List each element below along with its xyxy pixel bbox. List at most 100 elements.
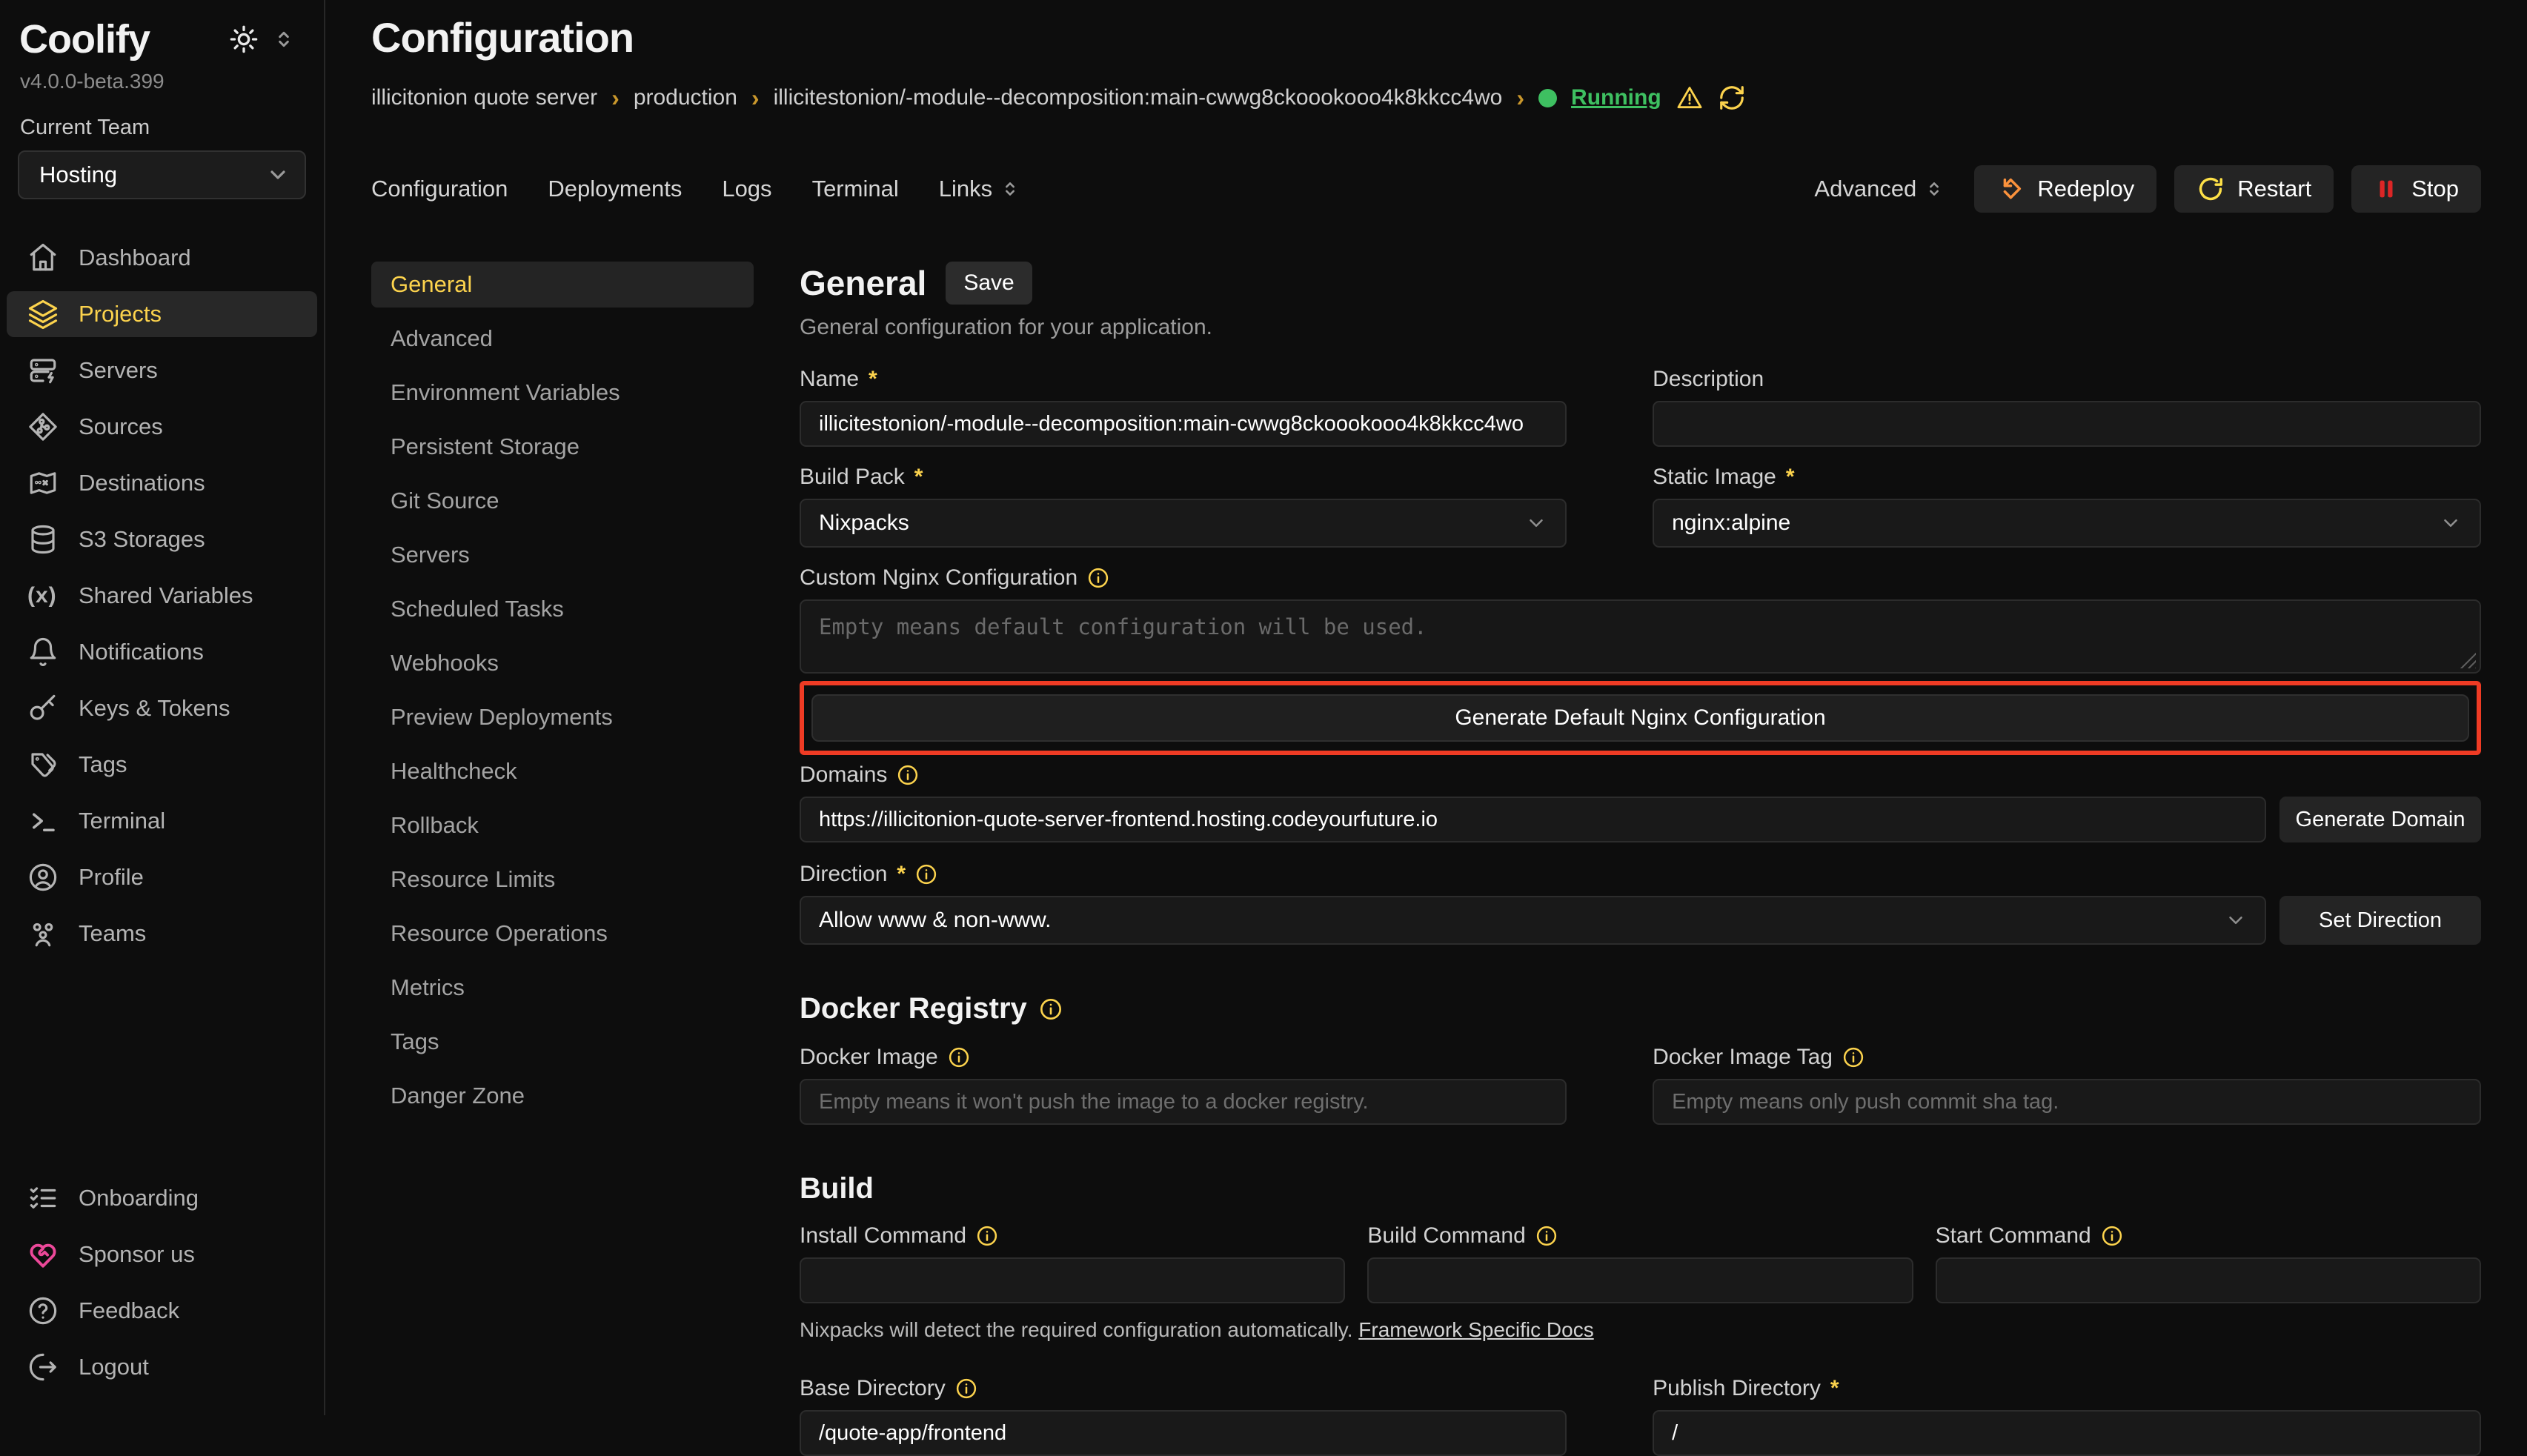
subnav-item-persistent-storage[interactable]: Persistent Storage [371,424,754,470]
sidebar-item-notifications[interactable]: Notifications [7,629,317,675]
info-icon[interactable] [1535,1225,1558,1247]
info-icon[interactable] [1087,567,1109,589]
sidebar-item-sponsor-us[interactable]: Sponsor us [7,1231,317,1277]
sidebar-item-sources[interactable]: Sources [7,404,317,450]
variables-icon: (x) [27,583,59,608]
docker-image-input[interactable] [800,1079,1567,1125]
build-pack-select[interactable]: Nixpacks [800,499,1567,548]
subnav-item-environment-variables[interactable]: Environment Variables [371,370,754,416]
subnav-item-webhooks[interactable]: Webhooks [371,640,754,686]
info-icon[interactable] [915,863,937,885]
publish-directory-input[interactable] [1653,1410,2481,1456]
chevron-down-icon [266,163,290,187]
base-directory-input[interactable] [800,1410,1567,1456]
stop-button[interactable]: Stop [2351,165,2481,213]
tab-terminal[interactable]: Terminal [812,176,899,202]
subnav-item-preview-deployments[interactable]: Preview Deployments [371,694,754,740]
install-command-input[interactable] [800,1257,1345,1303]
subnav-item-git-source[interactable]: Git Source [371,478,754,524]
generate-default-nginx-button[interactable]: Generate Default Nginx Configuration [811,694,2469,742]
sidebar-item-dashboard[interactable]: Dashboard [7,235,317,281]
sidebar-item-projects[interactable]: Projects [7,291,317,337]
sidebar-item-s3-storages[interactable]: S3 Storages [7,516,317,562]
advanced-dropdown[interactable]: Advanced [1814,176,1945,202]
docker-image-label: Docker Image [800,1045,1567,1070]
info-icon[interactable] [955,1377,977,1400]
tab-configuration[interactable]: Configuration [371,176,508,202]
restart-button[interactable]: Restart [2174,165,2334,213]
info-icon[interactable] [1842,1046,1864,1068]
info-icon[interactable] [1039,997,1063,1021]
git-source-icon [27,411,59,442]
domains-input[interactable] [800,797,2266,842]
main-content: Configuration illicitonion quote server … [325,0,2527,1415]
description-input[interactable] [1653,401,2481,447]
custom-nginx-label: Custom Nginx Configuration [800,565,2481,591]
help-circle-icon [27,1295,59,1326]
breadcrumb-separator: › [1516,84,1524,112]
subnav-item-rollback[interactable]: Rollback [371,802,754,848]
sidebar-nav: Dashboard Projects Servers Sources Desti… [0,235,324,957]
subnav-item-servers[interactable]: Servers [371,532,754,578]
logout-icon [27,1352,59,1383]
sidebar-item-tags[interactable]: Tags [7,742,317,788]
map-icon [27,468,59,499]
breadcrumb-project[interactable]: illicitonion quote server [371,85,597,110]
breadcrumb-separator: › [611,84,620,112]
sidebar-item-servers[interactable]: Servers [7,348,317,393]
subnav-item-advanced[interactable]: Advanced [371,316,754,362]
generate-domain-button[interactable]: Generate Domain [2279,797,2481,842]
theme-select-chevrons-icon[interactable] [272,27,296,51]
breadcrumb-environment[interactable]: production [634,85,737,110]
tab-logs[interactable]: Logs [722,176,771,202]
docker-image-tag-input[interactable] [1653,1079,2481,1125]
framework-docs-link[interactable]: Framework Specific Docs [1358,1318,1593,1341]
name-label: Name* [800,367,1567,392]
sidebar-item-feedback[interactable]: Feedback [7,1288,317,1334]
static-image-select[interactable]: nginx:alpine [1653,499,2481,548]
sidebar-item-onboarding[interactable]: Onboarding [7,1175,317,1221]
sidebar-item-terminal[interactable]: Terminal [7,798,317,844]
warning-triangle-icon [1676,84,1704,112]
status-badge[interactable]: Running [1571,85,1661,110]
custom-nginx-textarea[interactable] [800,599,2481,674]
start-command-input[interactable] [1936,1257,2481,1303]
info-icon[interactable] [976,1225,998,1247]
breadcrumb-application[interactable]: illicitestonion/-module--decomposition:m… [774,85,1503,110]
docker-image-tag-label: Docker Image Tag [1653,1045,2481,1070]
subnav-item-tags[interactable]: Tags [371,1019,754,1065]
subnav-item-danger-zone[interactable]: Danger Zone [371,1073,754,1119]
set-direction-button[interactable]: Set Direction [2279,896,2481,945]
info-icon[interactable] [2101,1225,2123,1247]
server-icon [27,355,59,386]
sun-theme-icon[interactable] [229,24,259,54]
subnav-item-resource-operations[interactable]: Resource Operations [371,911,754,957]
restart-icon [2196,175,2225,203]
team-select[interactable]: Hosting [18,150,306,199]
sidebar-item-teams[interactable]: Teams [7,911,317,957]
tab-deployments[interactable]: Deployments [548,176,682,202]
sidebar-item-profile[interactable]: Profile [7,854,317,900]
description-label: Description [1653,367,2481,392]
sidebar-item-keys-tokens[interactable]: Keys & Tokens [7,685,317,731]
page-title: Configuration [371,13,2481,62]
sidebar-item-logout[interactable]: Logout [7,1344,317,1390]
subnav-item-scheduled-tasks[interactable]: Scheduled Tasks [371,586,754,632]
refresh-icon[interactable] [1718,84,1746,112]
subnav-item-general[interactable]: General [371,262,754,308]
name-input[interactable] [800,401,1567,447]
save-button[interactable]: Save [946,262,1032,305]
direction-select[interactable]: Allow www & non-www. [800,896,2266,945]
subnav-item-resource-limits[interactable]: Resource Limits [371,857,754,902]
build-command-input[interactable] [1367,1257,1913,1303]
info-icon[interactable] [948,1046,970,1068]
sidebar-item-destinations[interactable]: Destinations [7,460,317,506]
subnav-item-metrics[interactable]: Metrics [371,965,754,1011]
redeploy-button[interactable]: Redeploy [1974,165,2156,213]
sidebar-item-shared-variables[interactable]: (x) Shared Variables [7,573,317,619]
info-icon[interactable] [897,764,919,786]
subnav-item-healthcheck[interactable]: Healthcheck [371,748,754,794]
tag-icon [27,749,59,780]
nixpacks-note: Nixpacks will detect the required config… [800,1318,2481,1342]
tab-links[interactable]: Links [939,176,1020,202]
